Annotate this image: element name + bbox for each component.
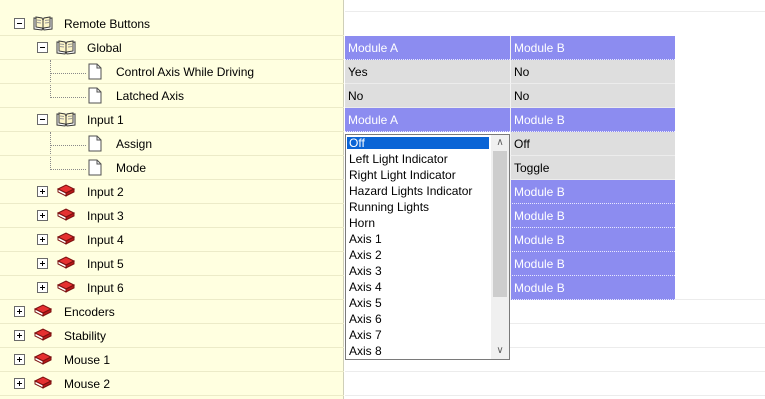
input1-module-b-cell[interactable]: Module B xyxy=(510,108,675,132)
scrollbar-thumb[interactable] xyxy=(493,151,507,297)
page-icon xyxy=(88,87,102,104)
closed-book-icon xyxy=(33,351,53,367)
tree-item-input-5[interactable]: Input 5 xyxy=(0,252,344,276)
page-icon xyxy=(88,135,102,152)
dropdown-option[interactable]: Axis 3 xyxy=(347,265,489,277)
expand-icon[interactable] xyxy=(14,306,25,317)
dropdown-option[interactable]: Left Light Indicator xyxy=(347,153,489,165)
tree-item-label: Stability xyxy=(64,329,107,343)
tree-item-label: Input 5 xyxy=(87,257,124,271)
tree-item-encoders[interactable]: Encoders xyxy=(0,300,344,324)
dropdown-option[interactable]: Axis 1 xyxy=(347,233,489,245)
tree-item-label: Latched Axis xyxy=(116,89,185,103)
input4-module-b-cell[interactable]: Module B xyxy=(510,228,675,252)
dropdown-option[interactable]: Off xyxy=(346,136,490,150)
expand-icon[interactable] xyxy=(14,354,25,365)
expand-icon[interactable] xyxy=(14,330,25,341)
scroll-down-arrow-icon[interactable]: ∨ xyxy=(491,343,509,359)
tree-item-label: Control Axis While Driving xyxy=(116,65,255,79)
collapse-icon[interactable] xyxy=(37,42,48,53)
collapse-icon[interactable] xyxy=(14,18,25,29)
input3-module-b-cell[interactable]: Module B xyxy=(510,204,675,228)
closed-book-icon xyxy=(33,327,53,343)
expand-icon[interactable] xyxy=(37,210,48,221)
dropdown-scrollbar[interactable]: ∧ ∨ xyxy=(491,135,509,359)
closed-book-icon xyxy=(56,207,76,223)
assign-dropdown-list[interactable]: Off Left Light Indicator Right Light Ind… xyxy=(345,134,510,360)
open-book-icon xyxy=(56,39,76,55)
tree-item-label: Input 6 xyxy=(87,281,124,295)
dropdown-option[interactable]: Hazard Lights Indicator xyxy=(347,185,489,197)
tree-item-input-6[interactable]: Input 6 xyxy=(0,276,344,300)
input1-module-a-cell[interactable]: Module A xyxy=(345,108,510,132)
tree-item-stability[interactable]: Stability xyxy=(0,324,344,348)
tree-item-label: Input 3 xyxy=(87,209,124,223)
settings-tree: Remote Buttons Global Control Axis While… xyxy=(0,0,344,399)
closed-book-icon xyxy=(33,375,53,391)
tree-item-label: Assign xyxy=(116,137,153,151)
dropdown-option[interactable]: Axis 6 xyxy=(347,313,489,325)
tree-item-latched-axis[interactable]: Latched Axis xyxy=(0,84,344,108)
scroll-up-arrow-icon[interactable]: ∧ xyxy=(491,135,509,151)
page-icon xyxy=(88,63,102,80)
closed-book-icon xyxy=(56,279,76,295)
global-module-a-cell[interactable]: Module A xyxy=(345,36,510,60)
tree-item-input-4[interactable]: Input 4 xyxy=(0,228,344,252)
tree-item-label: Mouse 1 xyxy=(64,353,111,367)
tree-item-label: Input 1 xyxy=(87,113,124,127)
tree-item-label: Mode xyxy=(116,161,147,175)
dropdown-option[interactable]: Axis 7 xyxy=(347,329,489,341)
open-book-icon xyxy=(56,111,76,127)
grid-line xyxy=(345,371,765,372)
latched-axis-module-b-cell[interactable]: No xyxy=(510,84,675,108)
tree-item-mouse-1[interactable]: Mouse 1 xyxy=(0,348,344,372)
mode-module-b-cell[interactable]: Toggle xyxy=(510,156,675,180)
input6-module-b-cell[interactable]: Module B xyxy=(510,276,675,300)
collapse-icon[interactable] xyxy=(37,114,48,125)
closed-book-icon xyxy=(56,255,76,271)
tree-item-label: Remote Buttons xyxy=(64,17,151,31)
expand-icon[interactable] xyxy=(37,186,48,197)
dropdown-option[interactable]: Right Light Indicator xyxy=(347,169,489,181)
tree-item-global[interactable]: Global xyxy=(0,36,344,60)
latched-axis-module-a-cell[interactable]: No xyxy=(345,84,510,108)
grid-line xyxy=(345,395,765,396)
tree-item-label: Input 2 xyxy=(87,185,124,199)
expand-icon[interactable] xyxy=(37,258,48,269)
tree-item-label: Mouse 2 xyxy=(64,377,111,391)
dropdown-option[interactable]: Axis 2 xyxy=(347,249,489,261)
tree-item-input-1[interactable]: Input 1 xyxy=(0,108,344,132)
global-module-b-cell[interactable]: Module B xyxy=(510,36,675,60)
tree-item-mode[interactable]: Mode xyxy=(0,156,344,180)
tree-item-input-2[interactable]: Input 2 xyxy=(0,180,344,204)
closed-book-icon xyxy=(56,183,76,199)
page-icon xyxy=(88,159,102,176)
tree-item-input-3[interactable]: Input 3 xyxy=(0,204,344,228)
tree-item-remote-buttons[interactable]: Remote Buttons xyxy=(0,12,344,36)
expand-icon[interactable] xyxy=(37,282,48,293)
dropdown-option[interactable]: Axis 5 xyxy=(347,297,489,309)
expand-icon[interactable] xyxy=(14,378,25,389)
dropdown-option[interactable]: Axis 8 xyxy=(347,345,489,357)
control-axis-module-b-cell[interactable]: No xyxy=(510,60,675,84)
tree-item-label: Global xyxy=(87,41,122,55)
tree-item-assign[interactable]: Assign xyxy=(0,132,344,156)
input2-module-b-cell[interactable]: Module B xyxy=(510,180,675,204)
dropdown-option[interactable]: Axis 4 xyxy=(347,281,489,293)
open-book-icon xyxy=(33,15,53,31)
assign-module-b-cell[interactable]: Off xyxy=(510,132,675,156)
tree-item-label: Encoders xyxy=(64,305,115,319)
control-axis-module-a-cell[interactable]: Yes xyxy=(345,60,510,84)
tree-item-control-axis-while-driving[interactable]: Control Axis While Driving xyxy=(0,60,344,84)
expand-icon[interactable] xyxy=(37,234,48,245)
tree-item-mouse-2[interactable]: Mouse 2 xyxy=(0,372,344,396)
input5-module-b-cell[interactable]: Module B xyxy=(510,252,675,276)
dropdown-option[interactable]: Running Lights xyxy=(347,201,489,213)
closed-book-icon xyxy=(33,303,53,319)
grid-line xyxy=(345,11,765,12)
tree-item-label: Input 4 xyxy=(87,233,124,247)
closed-book-icon xyxy=(56,231,76,247)
dropdown-option[interactable]: Horn xyxy=(347,217,489,229)
